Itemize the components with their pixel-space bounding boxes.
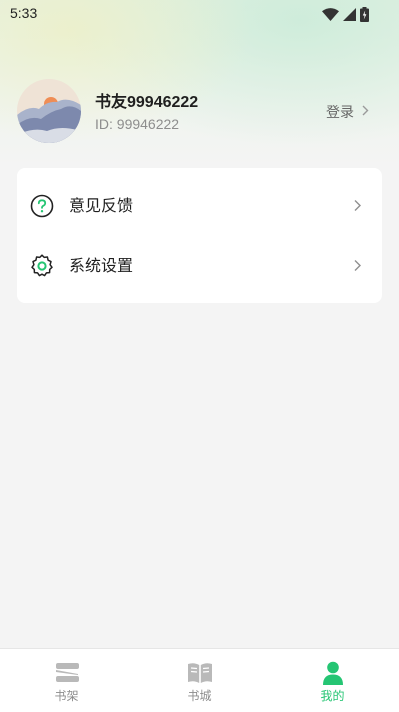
status-time: 5:33 xyxy=(10,5,38,21)
tab-label: 书架 xyxy=(54,689,79,703)
menu-item-label: 意见反馈 xyxy=(69,196,134,215)
wifi-icon xyxy=(322,7,339,21)
open-book-icon xyxy=(187,661,213,685)
menu-item-feedback[interactable]: 意见反馈 xyxy=(17,176,382,236)
tab-bookstore[interactable]: 书城 xyxy=(133,649,266,712)
login-button[interactable]: 登录 xyxy=(326,102,369,122)
bookshelf-icon xyxy=(54,661,80,685)
tab-label: 我的 xyxy=(320,689,345,703)
settings-gear-icon xyxy=(30,254,54,278)
menu-card: 意见反馈 系统设置 xyxy=(17,168,382,303)
status-icons xyxy=(322,6,369,22)
avatar[interactable] xyxy=(17,79,81,143)
status-bar: 5:33 xyxy=(0,0,399,28)
chevron-right-icon xyxy=(354,257,361,276)
chevron-right-icon xyxy=(362,104,369,120)
person-icon xyxy=(320,661,346,685)
question-circle-icon xyxy=(30,194,54,218)
bottom-nav: 书架 书城 我的 xyxy=(0,648,399,712)
battery-icon xyxy=(360,6,369,22)
tab-bookshelf[interactable]: 书架 xyxy=(0,649,133,712)
chevron-right-icon xyxy=(354,197,361,216)
menu-item-label: 系统设置 xyxy=(69,256,134,275)
login-label: 登录 xyxy=(326,105,354,121)
profile-id: ID: 99946222 xyxy=(95,116,180,132)
signal-icon xyxy=(343,7,356,21)
tab-label: 书城 xyxy=(187,689,212,703)
profile-name: 书友99946222 xyxy=(95,94,199,111)
menu-item-settings[interactable]: 系统设置 xyxy=(17,236,382,296)
tab-profile[interactable]: 我的 xyxy=(266,649,399,712)
